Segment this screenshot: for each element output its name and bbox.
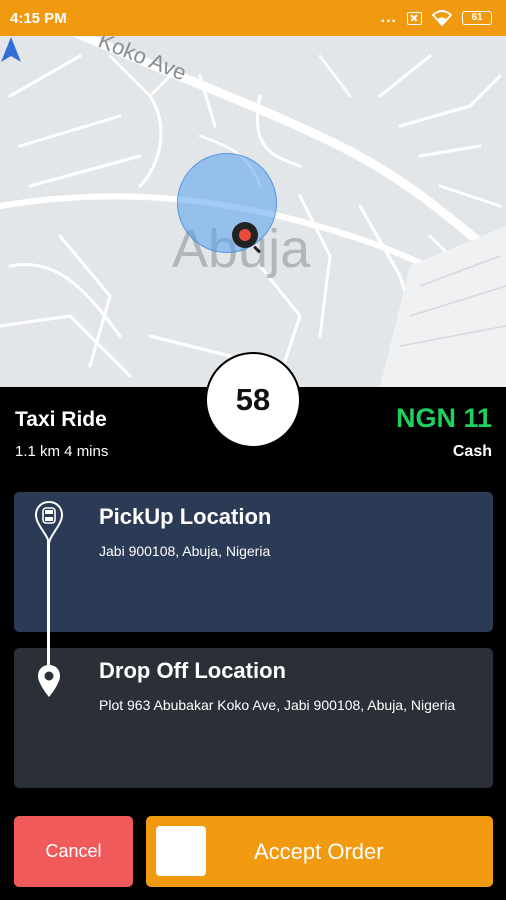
pickup-location-card: PickUp Location Jabi 900108, Abuja, Nige…: [14, 492, 493, 632]
route-connector-line: [47, 540, 50, 668]
navigation-arrow-icon: [1, 37, 21, 62]
search-pin-icon: [232, 222, 258, 248]
more-notifications-icon: ...: [380, 9, 397, 26]
dropoff-address: Plot 963 Abubakar Koko Ave, Jabi 900108,…: [99, 697, 456, 713]
location-pin-icon: [38, 665, 60, 697]
payment-method: Cash: [452, 443, 492, 460]
slide-handle[interactable]: [156, 826, 206, 876]
ride-type-title: Taxi Ride: [15, 408, 107, 431]
battery-icon: 61: [462, 11, 492, 25]
no-sim-icon: [407, 11, 422, 25]
location-accuracy-circle: [177, 153, 277, 253]
accept-order-label: Accept Order: [254, 839, 384, 864]
status-time: 4:15 PM: [10, 9, 67, 27]
cancel-button[interactable]: Cancel: [14, 816, 133, 887]
ride-distance-time: 1.1 km 4 mins: [15, 443, 109, 460]
countdown-timer: 58: [205, 352, 301, 448]
wifi-icon: [432, 10, 452, 26]
accept-order-button[interactable]: Accept Order: [146, 816, 493, 887]
ride-fare: NGN 11: [395, 403, 492, 433]
status-bar: 4:15 PM ... 61: [0, 0, 506, 36]
car-pin-icon: [34, 500, 64, 545]
pickup-address: Jabi 900108, Abuja, Nigeria: [99, 543, 271, 559]
dropoff-title: Drop Off Location: [99, 658, 286, 683]
pickup-title: PickUp Location: [99, 504, 272, 529]
map-view[interactable]: Koko Ave Abuja: [0, 36, 506, 387]
status-icons: ... 61: [381, 9, 492, 27]
dropoff-location-card: Drop Off Location Plot 963 Abubakar Koko…: [14, 648, 493, 788]
